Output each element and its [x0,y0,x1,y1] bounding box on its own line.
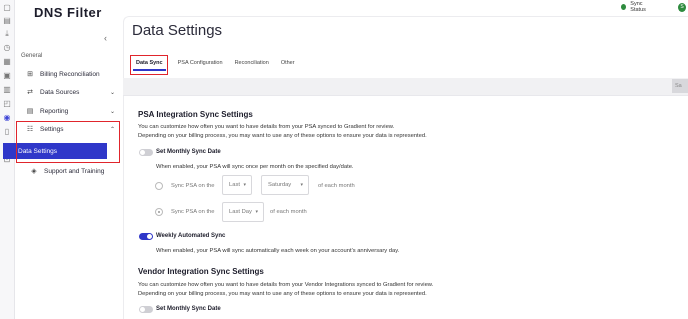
psa-radio-weekday[interactable] [155,182,163,190]
sidebar-item-reporting[interactable]: ▤ Reporting ⌄ [15,103,123,120]
sync-status-label[interactable]: Sync Status [630,1,656,13]
grid-icon[interactable]: ▣ [3,72,11,80]
tab-other[interactable]: Other [281,55,295,73]
psa-weekly-sync-label: Weekly Automated Sync [156,233,226,239]
psa-description-line-2: Depending on your billing process, you m… [138,133,427,139]
tab-psa-configuration[interactable]: PSA Configuration [178,55,223,73]
chevron-left-icon[interactable]: ‹ [104,33,107,43]
download-icon[interactable]: ⤓ [3,30,11,38]
psa-sync-heading: PSA Integration Sync Settings [138,110,253,119]
select-value: Saturday [268,182,292,188]
psa-occurrence-select[interactable]: Last ▾ [222,175,252,195]
list-icon[interactable]: ▦ [3,58,11,66]
action-toolbar [123,78,688,96]
psa-monthly-sync-hint: When enabled, your PSA will sync once pe… [156,164,354,170]
sidebar-item-support-and-training[interactable]: ◈ Support and Training [15,163,123,180]
sidebar-item-label: Data Sources [40,89,80,96]
sync-status-dot [621,4,627,10]
page-title: Data Settings [132,22,223,39]
psa-row1-prefix: Sync PSA on the [171,183,215,189]
chevron-down-icon: ▾ [300,182,303,188]
psa-weekday-select[interactable]: Saturday ▾ [261,175,309,195]
select-value: Last [229,182,240,188]
highlight-box-tab [130,55,168,75]
sidebar-item-data-sources[interactable]: ⇄ Data Sources ⌄ [15,84,123,101]
psa-monthly-sync-label: Set Monthly Sync Date [156,149,221,155]
psa-radio-day[interactable] [155,208,163,216]
sidebar-item-billing-reconciliation[interactable]: ⊞ Billing Reconciliation [15,66,123,83]
vendor-monthly-sync-label: Set Monthly Sync Date [156,306,221,312]
sidebar-section-title: General [21,53,43,59]
chevron-down-icon: ▾ [255,209,258,215]
app-icon-rail: ▢ ▤ ⤓ ◷ ▦ ▣ ▥ ◰ ◉ ▯ w ⊡ [0,0,15,319]
psa-row2-prefix: Sync PSA on the [171,209,215,215]
data-sources-icon: ⇄ [27,88,33,96]
save-button[interactable]: Sa [672,79,688,93]
vendor-monthly-sync-toggle[interactable] [139,306,153,313]
reporting-icon: ▤ [26,107,34,115]
psa-day-select[interactable]: Last Day ▾ [222,202,264,222]
highlight-box-settings [16,121,120,163]
psa-description-line-1: You can customize how often you want to … [138,124,395,130]
brand-logo: DNS Filter [34,5,102,20]
chevron-down-icon: ⌄ [109,109,115,115]
billing-icon: ⊞ [27,70,33,78]
support-icon: ◈ [31,167,37,175]
vendor-description-line-1: You can customize how often you want to … [138,282,434,288]
avatar[interactable]: S [678,2,686,12]
sidebar-item-label: Billing Reconciliation [40,71,100,78]
top-bar: Sync Status S [621,0,688,14]
sidebar-item-label: Reporting [40,108,69,115]
sidebar-item-label: Support and Training [44,168,105,175]
chevron-down-icon: ▾ [243,182,246,188]
psa-row1-suffix: of each month [318,183,355,189]
chart-icon[interactable]: ▥ [3,86,11,94]
psa-monthly-sync-toggle[interactable] [139,149,153,156]
psa-row2-suffix: of each month [270,209,307,215]
message-icon[interactable]: ◰ [3,100,11,108]
psa-weekly-sync-toggle[interactable] [139,233,153,240]
vendor-sync-heading: Vendor Integration Sync Settings [138,267,264,276]
select-value: Last Day [229,209,252,215]
chevron-down-icon: ⌄ [109,90,115,96]
file-icon[interactable]: ▯ [3,128,11,136]
psa-weekly-sync-hint: When enabled, your PSA will sync automat… [156,248,400,254]
home-icon[interactable]: ▢ [3,4,11,12]
vendor-description-line-2: Depending on your billing process, you m… [138,291,427,297]
document-icon[interactable]: ▤ [3,17,11,25]
history-icon[interactable]: ◷ [3,44,11,52]
tab-reconciliation[interactable]: Reconciliation [235,55,269,73]
integrations-icon[interactable]: ◉ [3,114,11,122]
